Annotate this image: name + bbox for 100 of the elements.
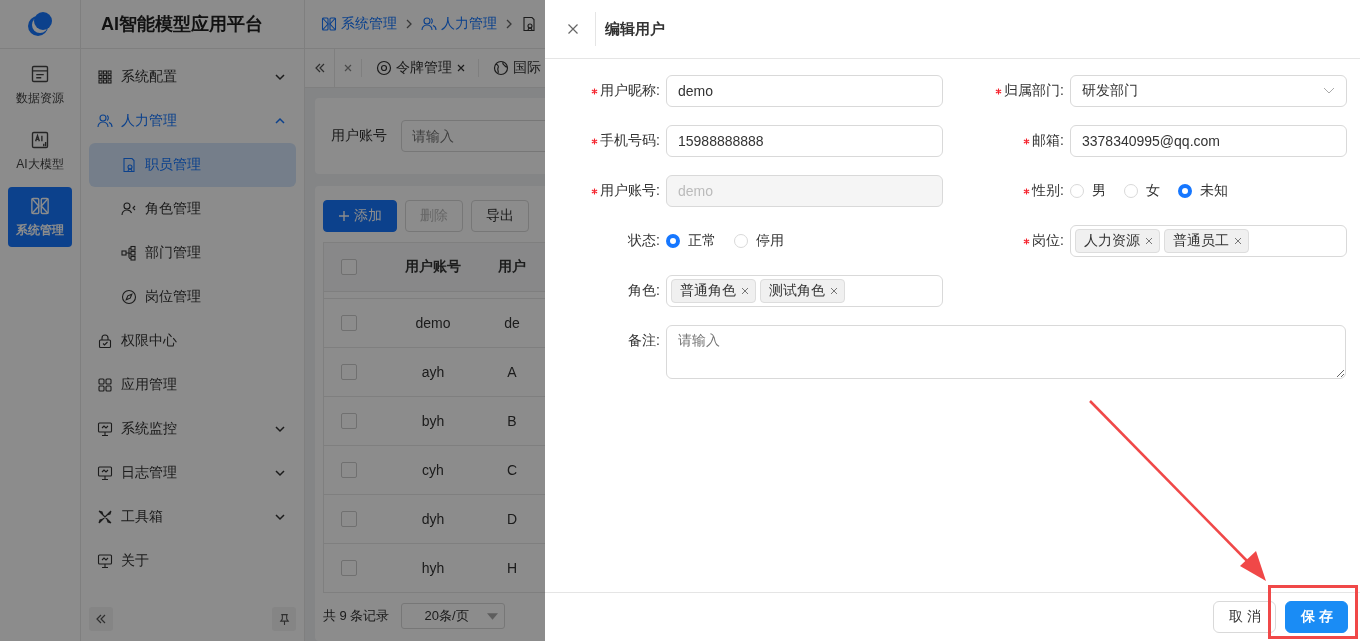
- input-field[interactable]: demo: [666, 75, 943, 107]
- checkbox[interactable]: [341, 511, 357, 527]
- ai-chip-icon: [30, 129, 50, 150]
- input-field[interactable]: 3378340995@qq.com: [1070, 125, 1347, 157]
- checkbox[interactable]: [341, 315, 357, 331]
- compass-icon: [121, 289, 137, 305]
- tag: 普通角色: [671, 279, 756, 303]
- table-cell-text: H: [505, 560, 519, 576]
- sidebar-item[interactable]: 人力管理: [81, 99, 304, 143]
- page-tab[interactable]: 令牌管理: [361, 59, 470, 77]
- toolbar-button[interactable]: 导出: [471, 200, 529, 232]
- monitor-icon: [97, 421, 113, 437]
- radio-option[interactable]: 未知: [1178, 182, 1228, 200]
- plus-icon: [338, 210, 350, 222]
- tag: 测试角色: [760, 279, 845, 303]
- collapse-button[interactable]: [89, 607, 113, 631]
- breadcrumb-link[interactable]: 人力管理: [421, 15, 497, 33]
- chevron-down-icon: [274, 71, 286, 83]
- person-icon: [121, 201, 137, 217]
- radio-option[interactable]: 男: [1070, 182, 1106, 200]
- sidebar-item[interactable]: 权限中心: [81, 319, 304, 363]
- table-cell-text: demo: [414, 315, 452, 331]
- checkbox[interactable]: [341, 560, 357, 576]
- chevron-down-icon: [1323, 87, 1335, 95]
- checkbox[interactable]: [341, 364, 357, 380]
- search-label: 用户账号: [331, 127, 387, 145]
- sidebar-subitem[interactable]: 岗位管理: [89, 275, 296, 319]
- table-cell-text: dyh: [420, 511, 446, 527]
- table-cell-text: C: [505, 462, 519, 478]
- close-icon[interactable]: [343, 63, 353, 73]
- tag-select-field[interactable]: 人力资源 普通员工: [1070, 225, 1347, 257]
- monitor-icon: [97, 465, 113, 481]
- table-cell-text: de: [503, 315, 521, 331]
- table-cell-text: byh: [420, 413, 446, 429]
- sidebar-item[interactable]: 工具箱: [81, 495, 304, 539]
- pin-button[interactable]: [272, 607, 296, 631]
- table-cell-text: D: [505, 511, 519, 527]
- table-cell-text: cyh: [421, 462, 445, 478]
- close-icon[interactable]: [456, 63, 466, 73]
- select-field[interactable]: 研发部门: [1070, 75, 1347, 107]
- double-chevron-left-icon: [95, 613, 107, 625]
- chevron-right-icon: [505, 18, 513, 30]
- field-label: 角色:: [628, 282, 660, 300]
- tag-close-icon[interactable]: [741, 287, 749, 295]
- caret-down-icon: [487, 612, 499, 620]
- sidebar-item[interactable]: 系统配置: [81, 55, 304, 99]
- field-label: 状态:: [628, 232, 660, 250]
- tag: 人力资源: [1075, 229, 1160, 253]
- rail-item[interactable]: 数据资源: [8, 55, 72, 115]
- remark-textarea[interactable]: 请输入: [666, 325, 1346, 379]
- table-cell-text: ayh: [420, 364, 446, 380]
- close-icon[interactable]: [567, 23, 579, 35]
- tag-close-icon[interactable]: [1145, 237, 1153, 245]
- checkbox[interactable]: [341, 462, 357, 478]
- checkbox[interactable]: [341, 413, 357, 429]
- page-size-select[interactable]: 20条/页: [401, 603, 506, 629]
- chevron-down-icon: [274, 423, 286, 435]
- tag-close-icon[interactable]: [1234, 237, 1242, 245]
- radio-option[interactable]: 正常: [666, 232, 716, 250]
- sidebar-item[interactable]: 应用管理: [81, 363, 304, 407]
- chevron-down-icon: [274, 511, 286, 523]
- save-button[interactable]: 保存: [1285, 601, 1348, 633]
- sidebar-item[interactable]: 系统监控: [81, 407, 304, 451]
- document-person-icon: [121, 157, 137, 173]
- chevron-right-icon: [405, 18, 413, 30]
- tag-select-field[interactable]: 普通角色 测试角色: [666, 275, 943, 307]
- rail-item[interactable]: 系统管理: [8, 187, 72, 247]
- double-chevron-left-icon: [313, 62, 326, 74]
- sidebar-item[interactable]: 关于: [81, 539, 304, 583]
- sidebar-item[interactable]: 日志管理: [81, 451, 304, 495]
- monitor-icon: [97, 553, 113, 569]
- tag-close-icon[interactable]: [830, 287, 838, 295]
- field-label: 备注:: [628, 332, 660, 350]
- grid-icon: [97, 69, 113, 85]
- split-panels-icon: [30, 195, 50, 216]
- app-title: AI智能模型应用平台: [101, 13, 263, 36]
- cancel-button[interactable]: 取消: [1213, 601, 1276, 633]
- chevron-down-icon: [274, 467, 286, 479]
- radio-option[interactable]: 女: [1124, 182, 1160, 200]
- search-field[interactable]: 请输入: [401, 120, 545, 152]
- gear-icon: [376, 60, 392, 76]
- add-button[interactable]: 添加: [323, 200, 397, 232]
- breadcrumb-link[interactable]: 系统管理: [321, 15, 397, 33]
- checkbox[interactable]: [341, 259, 357, 275]
- people-icon: [97, 113, 113, 129]
- field-label: 手机号码:: [591, 132, 660, 150]
- input-field[interactable]: 15988888888: [666, 125, 943, 157]
- rail-item[interactable]: AI大模型: [8, 121, 72, 181]
- document-person-icon: [521, 16, 537, 32]
- table-cell-text: B: [506, 413, 518, 429]
- radio-option[interactable]: 停用: [734, 232, 784, 250]
- sidebar-subitem[interactable]: 部门管理: [89, 231, 296, 275]
- split-panels-icon: [321, 16, 337, 32]
- field-label: 归属部门:: [995, 82, 1064, 100]
- sidebar-subitem[interactable]: 角色管理: [89, 187, 296, 231]
- field-label: 用户昵称:: [591, 82, 660, 100]
- apps-icon: [97, 377, 113, 393]
- pin-icon: [277, 612, 291, 626]
- tag: 普通员工: [1164, 229, 1249, 253]
- table-cell-text: A: [506, 364, 518, 380]
